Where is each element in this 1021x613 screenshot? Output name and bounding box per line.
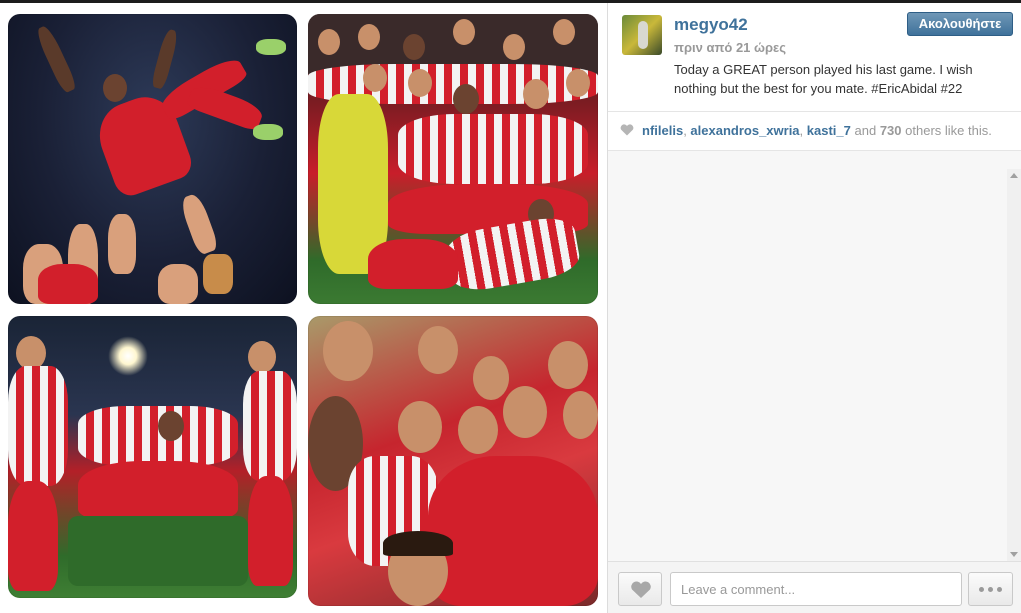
post-timestamp[interactable]: πριν από 21 ώρες xyxy=(674,40,786,55)
comment-input[interactable] xyxy=(670,572,962,606)
like-button[interactable] xyxy=(618,572,662,606)
post-caption: Today a GREAT person played his last gam… xyxy=(674,62,973,96)
liker-link[interactable]: alexandros_xwria xyxy=(690,123,799,138)
likes-others-count[interactable]: 730 xyxy=(880,123,902,138)
username-link[interactable]: megyo42 xyxy=(674,15,748,35)
ellipsis-icon-dot xyxy=(988,587,993,592)
divider xyxy=(608,111,1021,112)
collage-photo-pitch-celebration xyxy=(8,316,297,598)
likes-summary: nfilelis, alexandros_xwria, kasti_7 and … xyxy=(620,123,992,138)
comment-bar xyxy=(608,561,1021,613)
likes-others-suffix: others like this. xyxy=(905,123,992,138)
heart-icon xyxy=(620,124,634,136)
likes-connector: and xyxy=(854,123,877,138)
triangle-down-icon[interactable] xyxy=(1007,547,1021,561)
comments-list xyxy=(608,151,1021,561)
liker-link[interactable]: nfilelis xyxy=(642,123,683,138)
ellipsis-icon-dot xyxy=(997,587,1002,592)
collage-photo-celebration-toss xyxy=(8,14,297,304)
post-details-panel: megyo42 πριν από 21 ώρες Ακολουθήστε Tod… xyxy=(607,3,1021,613)
follow-button[interactable]: Ακολουθήστε xyxy=(907,12,1013,36)
avatar[interactable] xyxy=(622,15,662,55)
comments-scrollbar[interactable] xyxy=(1007,169,1021,561)
more-options-button[interactable] xyxy=(968,572,1013,606)
photo-collage xyxy=(0,3,607,613)
ellipsis-icon xyxy=(979,587,984,592)
heart-icon xyxy=(631,581,651,598)
triangle-up-icon[interactable] xyxy=(1007,169,1021,183)
collage-photo-team-group xyxy=(308,14,598,304)
liker-link[interactable]: kasti_7 xyxy=(807,123,851,138)
collage-photo-dressing-room-selfie xyxy=(308,316,598,606)
